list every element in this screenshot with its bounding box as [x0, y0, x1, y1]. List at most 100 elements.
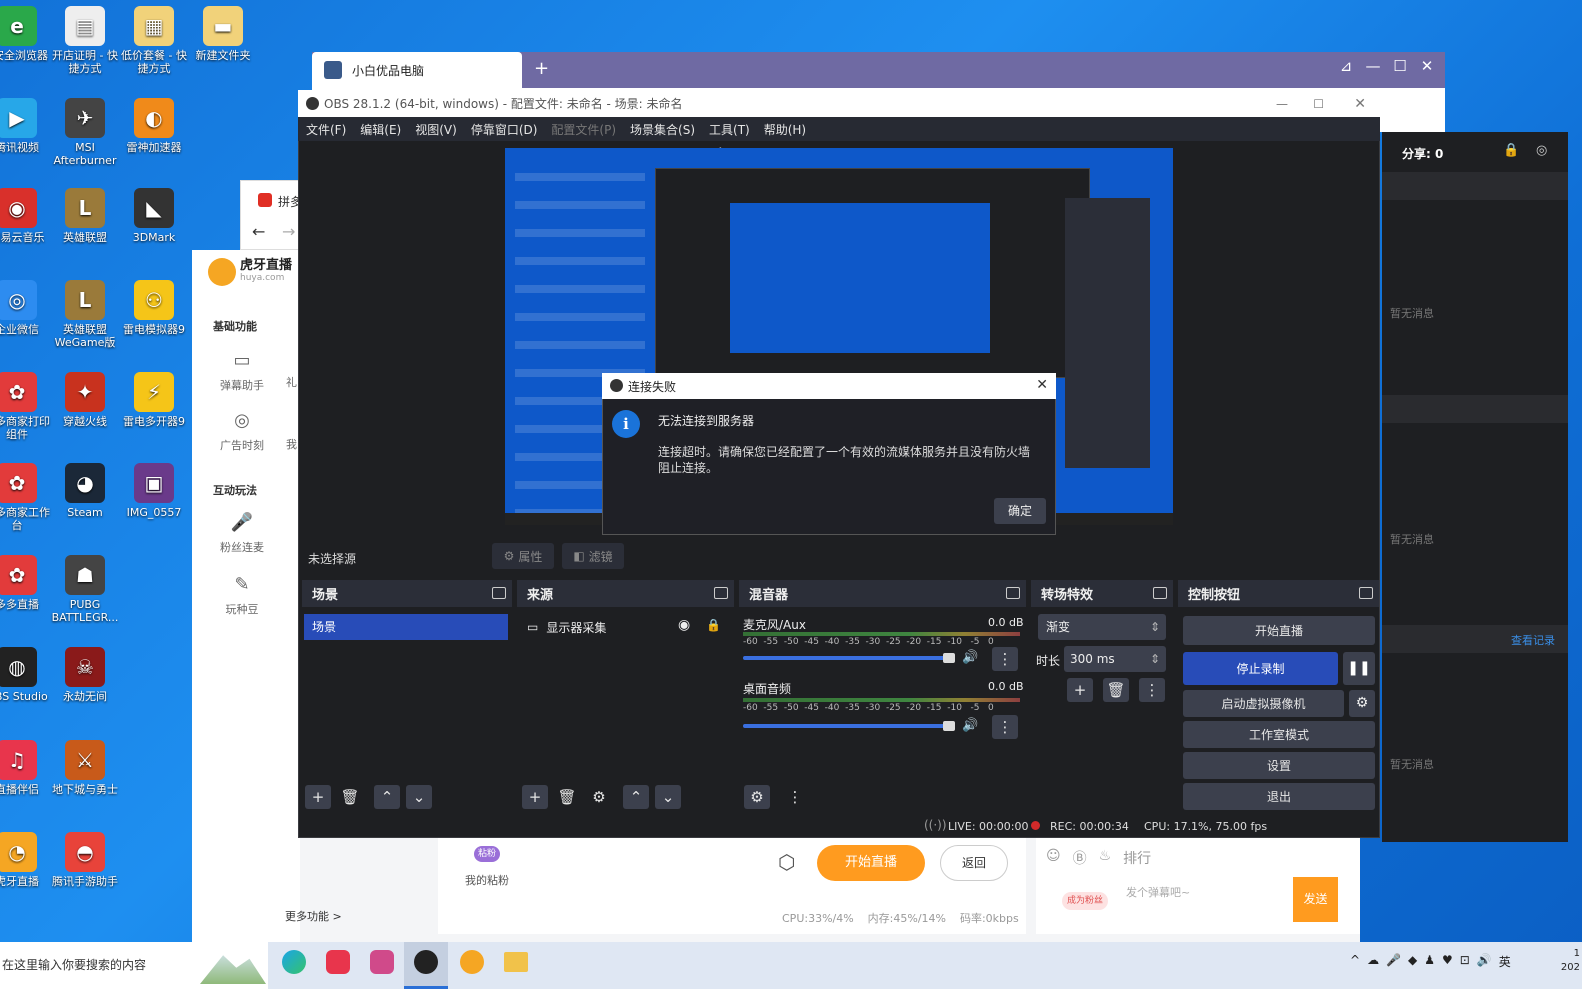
scene-down-button[interactable]: ⌄ [406, 785, 432, 809]
obs-close-icon[interactable]: ✕ [1354, 96, 1366, 112]
view-records-link[interactable]: 查看记录 [1511, 632, 1555, 648]
undock-icon[interactable] [1153, 587, 1167, 599]
desktop-icon[interactable]: ✿ 多多商家工作台 [0, 463, 52, 532]
obs-menu-item[interactable]: 帮助(H) [764, 121, 806, 138]
start-virtual-camera-button[interactable]: 启动虚拟摄像机 [1183, 690, 1344, 717]
speaker-icon[interactable]: 🔊 [962, 718, 978, 733]
undock-icon[interactable] [714, 587, 728, 599]
obs-maximize-icon[interactable]: ☐ [1313, 97, 1324, 111]
back-button[interactable]: 返回 [940, 845, 1008, 881]
stop-recording-button[interactable]: 停止录制 [1183, 652, 1338, 685]
dialog-close-icon[interactable]: ✕ [1036, 377, 1048, 393]
become-fan-badge[interactable]: 成为粉丝 [1062, 892, 1108, 910]
edge-taskbar-icon[interactable] [282, 950, 306, 974]
desktop-icon[interactable]: L 英雄联盟WeGame版 [50, 280, 120, 349]
desktop-icon[interactable]: ◉ 网易云音乐 [0, 188, 52, 244]
tray-icon[interactable]: ♥ [1442, 953, 1453, 970]
obs-minimize-icon[interactable]: — [1276, 97, 1288, 111]
minimize-icon[interactable]: — [1360, 57, 1386, 75]
danmu-helper[interactable]: ▭ 弹幕助手 [197, 350, 287, 393]
more-functions[interactable]: 更多功能 > [285, 908, 342, 924]
mixer-channel-2-menu[interactable]: ⋮ [992, 715, 1018, 739]
forward-arrow-icon[interactable]: → [282, 222, 295, 241]
lock-icon[interactable]: 🔒 [1503, 143, 1519, 158]
huya-taskbar-icon[interactable] [460, 950, 484, 974]
scene-list-item[interactable]: 场景 [304, 614, 508, 640]
source-up-button[interactable]: ⌃ [623, 785, 649, 809]
remove-transition-button[interactable]: 🗑 [1103, 678, 1129, 702]
settings-hex-icon[interactable]: ⬡ [778, 850, 795, 874]
desktop-icon[interactable]: ▦ 低价套餐 - 快捷方式 [119, 6, 189, 75]
pin-icon[interactable]: ⊿ [1333, 57, 1359, 75]
add-transition-button[interactable]: + [1067, 678, 1093, 702]
filters-button[interactable]: ◧ 滤镜 [562, 543, 624, 569]
obs-menu-item[interactable]: 编辑(E) [360, 121, 401, 138]
my-fans-link[interactable]: 我的粘粉 [465, 872, 509, 888]
mixer-menu-button[interactable]: ⋮ [782, 785, 808, 809]
desktop-icon[interactable]: ▬ 新建文件夹 [188, 6, 258, 62]
pause-recording-button[interactable]: ❚❚ [1343, 652, 1375, 685]
mixer-channel-2-slider[interactable] [743, 724, 950, 728]
remove-source-button[interactable]: 🗑 [554, 785, 580, 809]
desktop-icon[interactable]: e 0安全浏览器 [0, 6, 52, 62]
chat-tool-icon[interactable]: ☺ [1046, 848, 1061, 868]
obs-menu-item[interactable]: 配置文件(P) [551, 121, 616, 138]
remove-scene-button[interactable]: 🗑 [337, 785, 363, 809]
desktop-icon[interactable]: ✿ 多多商家打印组件 [0, 372, 52, 441]
desktop-icon[interactable]: ⚇ 雷电模拟器9 [119, 280, 189, 336]
ok-button[interactable]: 确定 [994, 498, 1046, 524]
desktop-icon[interactable]: ✦ 穿越火线 [50, 372, 120, 428]
source-settings-button[interactable]: ⚙ [586, 785, 612, 809]
tray-icon[interactable]: ◆ [1408, 953, 1417, 970]
pdd-tab[interactable]: 拼多 [258, 193, 302, 210]
tray-icon[interactable]: 英 [1499, 953, 1511, 970]
advanced-audio-button[interactable]: ⚙ [744, 785, 770, 809]
folder-taskbar-icon[interactable] [504, 952, 528, 972]
obs-menu-item[interactable]: 场景集合(S) [630, 121, 695, 138]
tray-icon[interactable]: 🎤 [1386, 953, 1401, 970]
studio-mode-button[interactable]: 工作室模式 [1183, 721, 1375, 748]
chat-tool-icon[interactable]: Ⓑ [1073, 848, 1087, 868]
start-live-button[interactable]: 开始直播 [817, 845, 925, 881]
desktop-icon[interactable]: ☗ PUBG BATTLEGR... [50, 555, 120, 624]
source-list-item[interactable]: ▭ 显示器采集 [527, 616, 727, 638]
add-scene-button[interactable]: + [305, 785, 331, 809]
browser-tab[interactable]: 小白优品电脑 [312, 52, 522, 88]
desktop-icon[interactable]: ☠ 永劫无间 [50, 647, 120, 703]
transition-menu-button[interactable]: ⋮ [1139, 678, 1165, 702]
obs-menu-item[interactable]: 文件(F) [306, 121, 346, 138]
close-icon[interactable]: ✕ [1414, 57, 1440, 75]
speaker-icon[interactable]: 🔊 [962, 650, 978, 665]
source-down-button[interactable]: ⌄ [655, 785, 681, 809]
desktop-icon[interactable]: ◐ 雷神加速器 [119, 98, 189, 154]
mixer-channel-1-menu[interactable]: ⋮ [992, 647, 1018, 671]
app-taskbar-icon-1[interactable] [326, 950, 350, 974]
send-button[interactable]: 发送 [1293, 877, 1338, 922]
start-streaming-button[interactable]: 开始直播 [1183, 616, 1375, 645]
visibility-eye-icon[interactable]: ◉ [678, 617, 690, 633]
fan-mic[interactable]: 🎤 粉丝连麦 [197, 512, 287, 555]
undock-icon[interactable] [1359, 587, 1373, 599]
clock[interactable]: 1 202 [1546, 947, 1580, 975]
ad-moment[interactable]: ◎ 广告时刻 [197, 410, 287, 453]
tray-icon[interactable]: 🔊 [1477, 953, 1492, 970]
desktop-icon[interactable]: ✿ 多多直播 [0, 555, 52, 611]
undock-icon[interactable] [492, 587, 506, 599]
lock-source-icon[interactable]: 🔒 [706, 618, 721, 632]
tray-icon[interactable]: ^ [1350, 953, 1360, 970]
chat-tool-icon[interactable]: ♨ [1099, 848, 1112, 868]
mixer-channel-1-slider[interactable] [743, 656, 950, 660]
desktop-icon[interactable]: ▶ 腾讯视频 [0, 98, 52, 154]
desktop-icon[interactable]: ◎ 企业微信 [0, 280, 52, 336]
obs-menu-item[interactable]: 视图(V) [415, 121, 457, 138]
obs-menu-item[interactable]: 停靠窗口(D) [471, 121, 538, 138]
target-icon[interactable]: ◎ [1536, 143, 1547, 158]
desktop-icon[interactable]: ▤ 开店证明 - 快捷方式 [50, 6, 120, 75]
app-taskbar-icon-2[interactable] [370, 950, 394, 974]
undock-icon[interactable] [1006, 587, 1020, 599]
plant-beans[interactable]: ✎ 玩种豆 [197, 574, 287, 617]
new-tab-button[interactable]: + [534, 58, 549, 79]
exit-button[interactable]: 退出 [1183, 783, 1375, 810]
desktop-icon[interactable]: L 英雄联盟 [50, 188, 120, 244]
desktop-icon[interactable]: ◓ 腾讯手游助手 [50, 832, 120, 888]
